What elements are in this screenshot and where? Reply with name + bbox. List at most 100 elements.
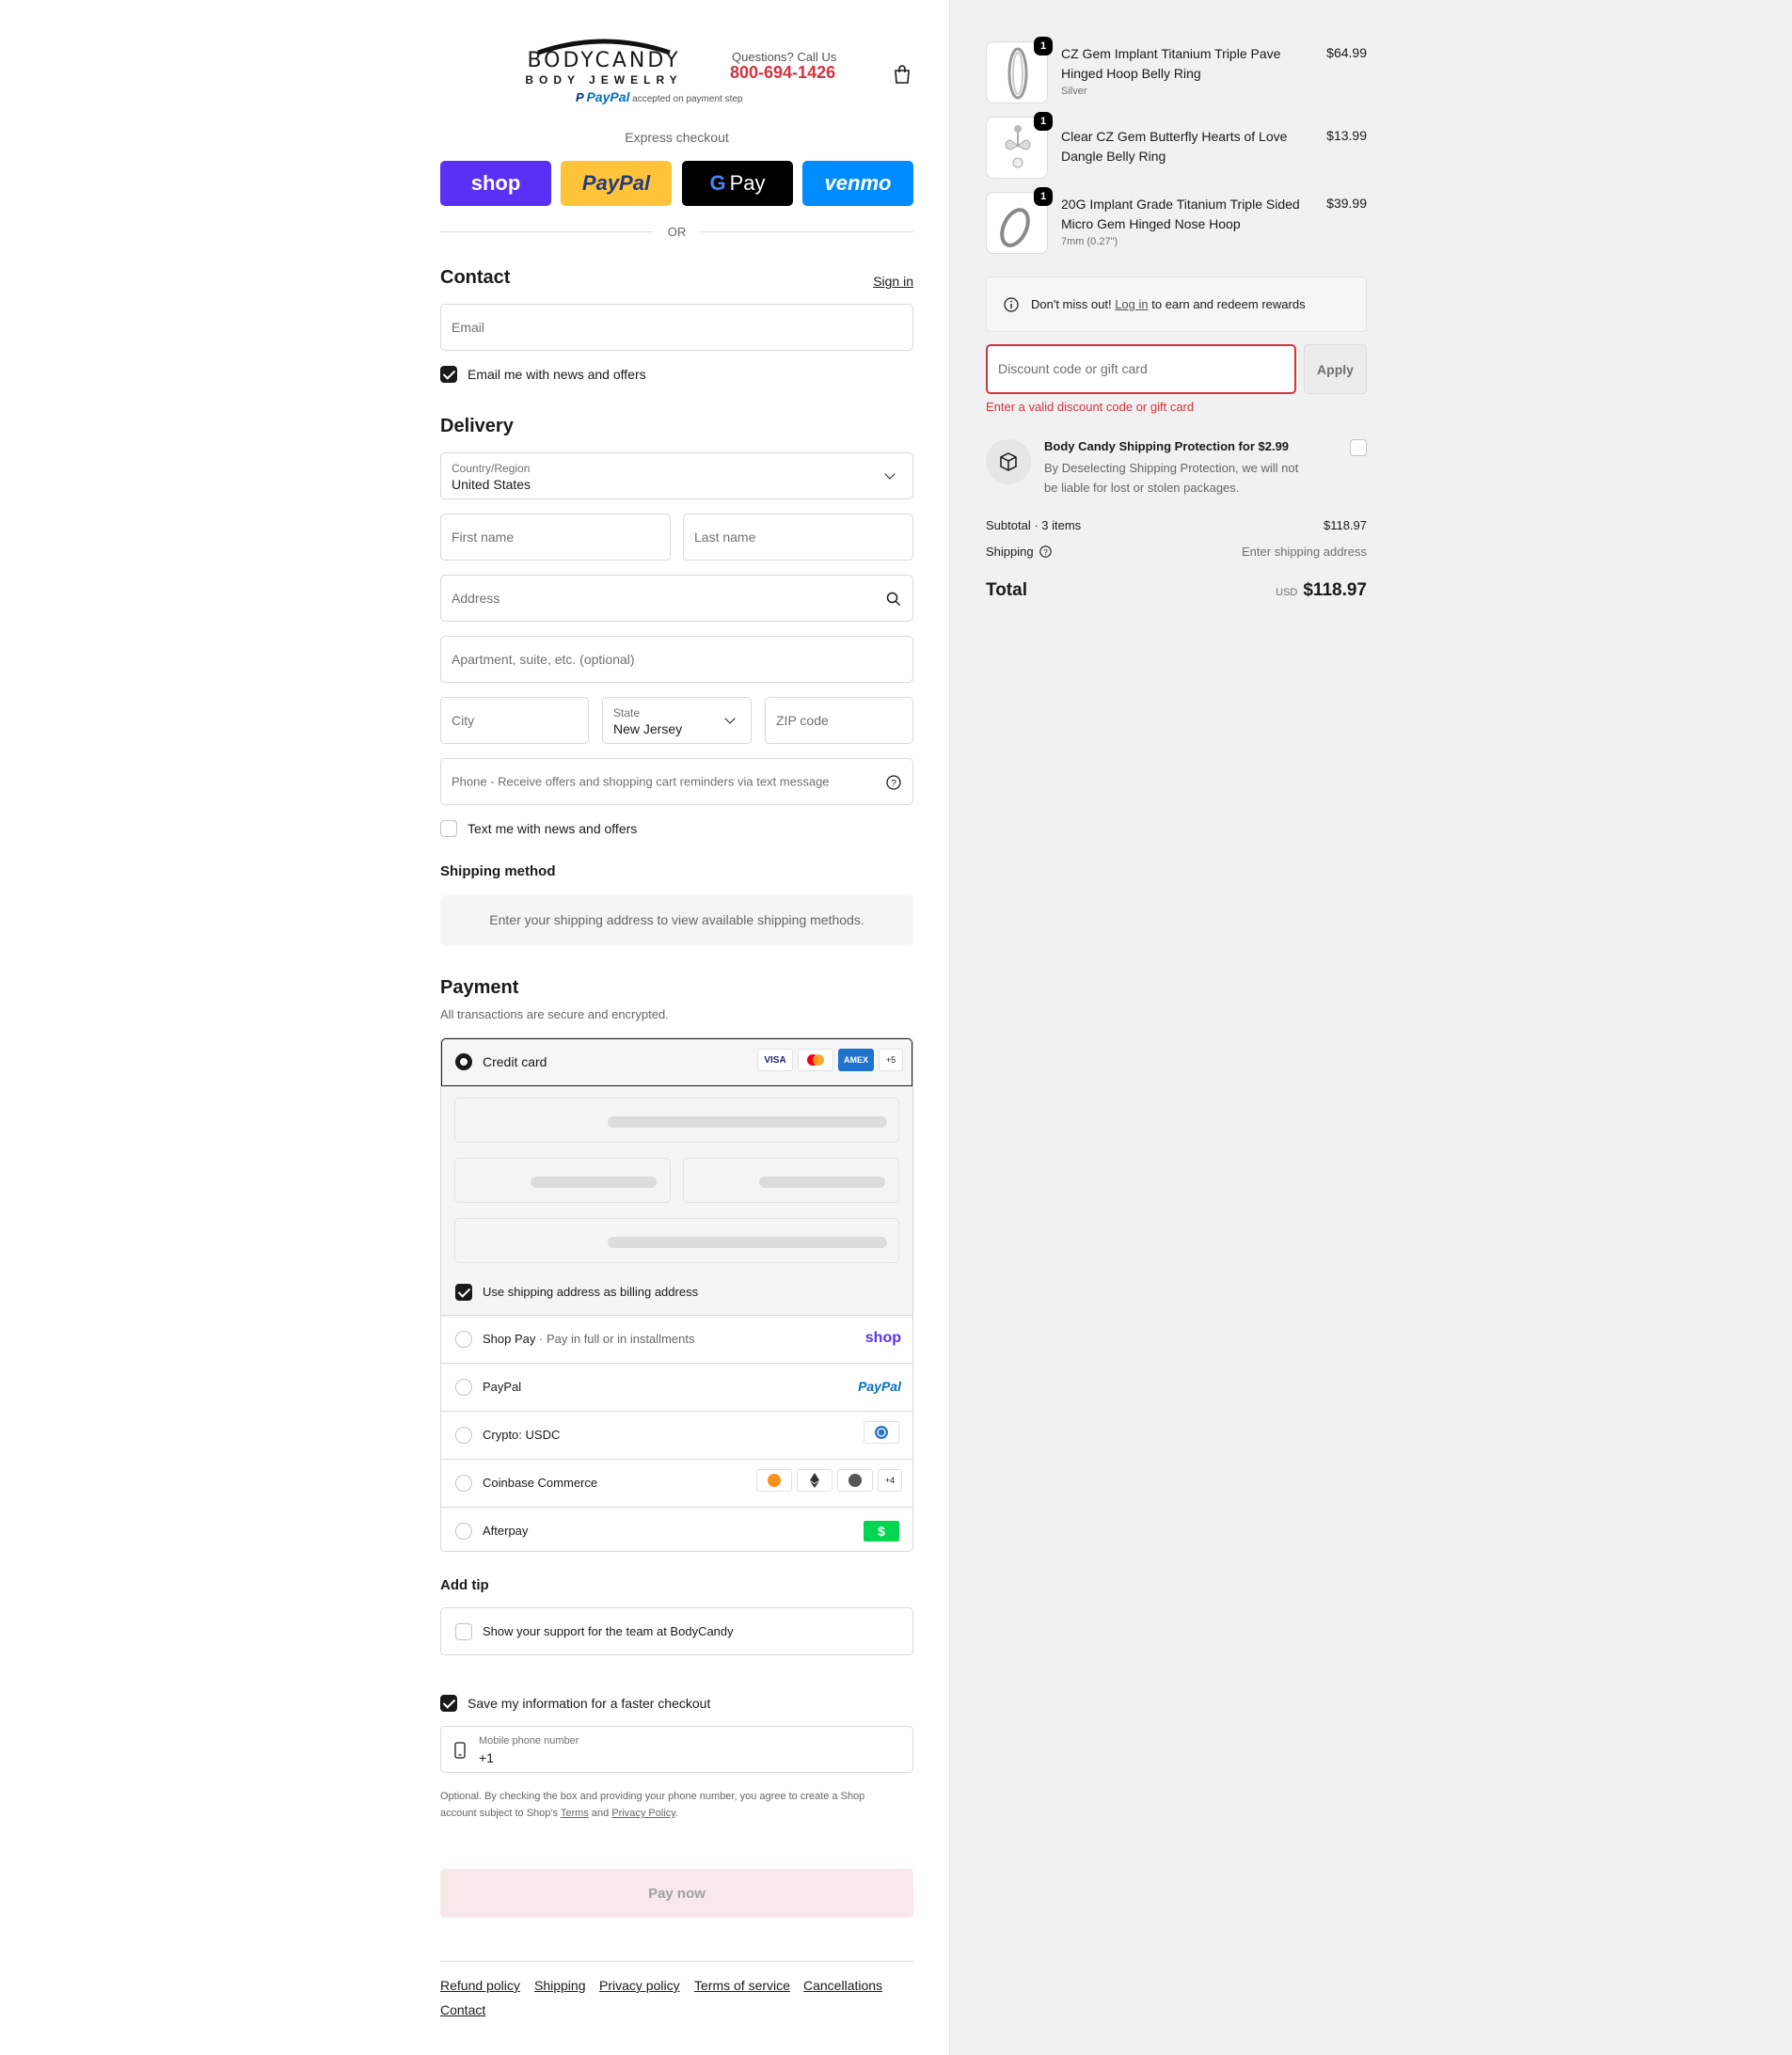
paypal-radio[interactable]: [455, 1379, 472, 1396]
rewards-text: Don't miss out! Log in to earn and redee…: [1031, 297, 1306, 311]
help-circle-icon[interactable]: ?: [886, 775, 901, 790]
terms-of-service-link[interactable]: Terms of service: [694, 1978, 790, 1993]
shipping-link[interactable]: Shipping: [534, 1978, 586, 1993]
credit-card-radio[interactable]: [455, 1053, 472, 1070]
last-name-field[interactable]: Last name: [683, 514, 913, 561]
questions-label: Questions? Call Us: [732, 50, 837, 64]
coinbase-option[interactable]: Coinbase Commerce +4: [441, 1459, 912, 1507]
sms-checkbox[interactable]: [440, 820, 457, 837]
city-placeholder: City: [452, 713, 475, 728]
sign-in-link[interactable]: Sign in: [873, 274, 913, 289]
first-name-field[interactable]: First name: [440, 514, 671, 561]
payment-heading: Payment: [440, 977, 519, 998]
payment-methods: Credit card VISA AMEX +5 Use shipping ad…: [440, 1037, 913, 1552]
country-value: United States: [452, 477, 531, 492]
item-name-line-2: Dangle Belly Ring: [1061, 149, 1166, 164]
item-name: Clear CZ Gem Butterfly Hearts of Love Da…: [1061, 127, 1287, 166]
contact-link[interactable]: Contact: [440, 2002, 485, 2017]
zip-field[interactable]: ZIP code: [765, 697, 913, 744]
paypal-logo: PayPal: [858, 1379, 901, 1394]
brand-logo[interactable]: BODYCANDY BODY JEWELRY: [500, 36, 707, 90]
support-phone[interactable]: 800-694-1426: [730, 63, 835, 83]
log-in-link[interactable]: Log in: [1115, 297, 1148, 311]
paypal-label: PayPal: [581, 171, 651, 195]
tip-option[interactable]: Show your support for the team at BodyCa…: [440, 1607, 913, 1655]
quantity-badge: 1: [1034, 187, 1053, 206]
card-number-field[interactable]: [454, 1098, 899, 1143]
tip-checkbox[interactable]: [455, 1623, 472, 1640]
refund-policy-link[interactable]: Refund policy: [440, 1978, 520, 1993]
phone-placeholder: Phone - Receive offers and shopping cart…: [452, 774, 830, 789]
apartment-field[interactable]: Apartment, suite, etc. (optional): [440, 636, 913, 683]
mobile-phone-field[interactable]: Mobile phone number +1: [440, 1726, 913, 1773]
more-cards-badge: +5: [879, 1049, 903, 1071]
newsletter-checkbox[interactable]: [440, 366, 457, 383]
billing-checkbox[interactable]: [455, 1284, 472, 1301]
coinbase-radio[interactable]: [455, 1475, 472, 1492]
apartment-placeholder: Apartment, suite, etc. (optional): [452, 652, 635, 667]
billing-label: Use shipping address as billing address: [483, 1285, 699, 1299]
crypto-radio[interactable]: [455, 1427, 472, 1444]
privacy-policy-link[interactable]: Privacy policy: [599, 1978, 680, 1993]
ethereum-icon: [797, 1469, 833, 1492]
afterpay-radio[interactable]: [455, 1523, 472, 1540]
cancellations-link[interactable]: Cancellations: [803, 1978, 882, 1993]
afterpay-logo: $: [864, 1521, 899, 1541]
country-select[interactable]: Country/Region United States: [440, 452, 913, 499]
address-placeholder: Address: [452, 591, 500, 606]
shop-pay-option-label: Shop Pay · Pay in full or in installment…: [483, 1332, 694, 1346]
discount-error: Enter a valid discount code or gift card: [986, 400, 1195, 414]
card-cvv-field[interactable]: [683, 1158, 899, 1203]
mastercard-icon: [798, 1049, 833, 1071]
save-info-checkbox[interactable]: [440, 1695, 457, 1712]
shipping-method-notice-text: Enter your shipping address to view avai…: [489, 912, 864, 927]
pay-now-button[interactable]: Pay now: [440, 1869, 913, 1918]
apply-discount-button[interactable]: Apply: [1304, 344, 1367, 394]
phone-field[interactable]: Phone - Receive offers and shopping cart…: [440, 758, 913, 805]
paypal-option[interactable]: PayPal PayPal: [441, 1363, 912, 1411]
visa-icon: VISA: [757, 1049, 793, 1071]
shop-pay-button[interactable]: shop: [440, 161, 551, 206]
shop-pay-radio[interactable]: [455, 1331, 472, 1348]
product-thumbnail: 1: [986, 37, 1053, 103]
google-pay-label: Pay: [729, 171, 766, 195]
brand-name: BODYCANDY: [527, 49, 681, 72]
address-field[interactable]: Address: [440, 575, 913, 622]
crypto-option[interactable]: Crypto: USDC: [441, 1411, 912, 1459]
paypal-notice: P PayPal accepted on payment step: [576, 89, 742, 104]
venmo-button[interactable]: venmo: [802, 161, 913, 206]
afterpay-option[interactable]: Afterpay $: [441, 1507, 912, 1551]
email-field[interactable]: Email: [440, 304, 913, 351]
protection-title: Body Candy Shipping Protection for $2.99: [1044, 439, 1290, 453]
coinbase-option-label: Coinbase Commerce: [483, 1476, 598, 1490]
google-pay-button[interactable]: G Pay: [682, 161, 793, 206]
sms-label: Text me with news and offers: [468, 821, 638, 836]
line-item: 1 Clear CZ Gem Butterfly Hearts of Love …: [986, 112, 1367, 179]
discount-field[interactable]: Discount code or gift card: [986, 344, 1296, 394]
or-divider-text: OR: [667, 225, 687, 239]
tip-label: Show your support for the team at BodyCa…: [483, 1624, 734, 1638]
protection-checkbox[interactable]: [1350, 439, 1367, 456]
privacy-link[interactable]: Privacy Policy: [611, 1808, 675, 1819]
shop-pay-option[interactable]: Shop Pay · Pay in full or in installment…: [441, 1315, 912, 1363]
city-field[interactable]: City: [440, 697, 589, 744]
contact-heading: Contact: [440, 267, 511, 288]
terms-link[interactable]: Terms: [561, 1808, 589, 1819]
billing-row: Use shipping address as billing address: [441, 1276, 912, 1318]
order-summary-content: 1 CZ Gem Implant Titanium Triple Pave Hi…: [986, 0, 1367, 2055]
shipping-value: Enter shipping address: [1242, 545, 1367, 559]
state-select[interactable]: State New Jersey: [602, 697, 752, 744]
card-name-field[interactable]: [454, 1218, 899, 1263]
crypto-option-label: Crypto: USDC: [483, 1428, 561, 1442]
paypal-button[interactable]: PayPal: [561, 161, 672, 206]
quantity-badge: 1: [1034, 37, 1053, 55]
card-expiry-field[interactable]: [454, 1158, 671, 1203]
rewards-text-post: to earn and redeem rewards: [1151, 297, 1306, 311]
credit-card-option[interactable]: Credit card VISA AMEX +5: [441, 1038, 912, 1086]
shipping-label: Shipping ?: [986, 545, 1052, 559]
protection-icon: [986, 439, 1031, 484]
legal-period: .: [674, 1808, 679, 1819]
cart-icon[interactable]: [893, 64, 912, 85]
chevron-down-icon: [884, 468, 896, 480]
help-circle-icon[interactable]: ?: [1039, 545, 1052, 558]
